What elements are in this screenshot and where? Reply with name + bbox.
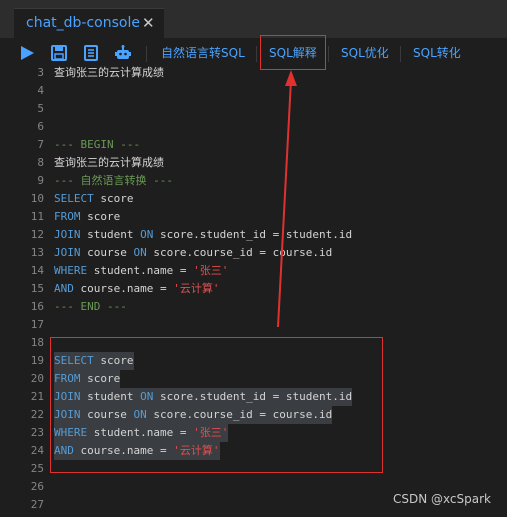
arrow-annotation bbox=[277, 70, 297, 328]
watermark: CSDN @xcSpark bbox=[393, 492, 491, 506]
